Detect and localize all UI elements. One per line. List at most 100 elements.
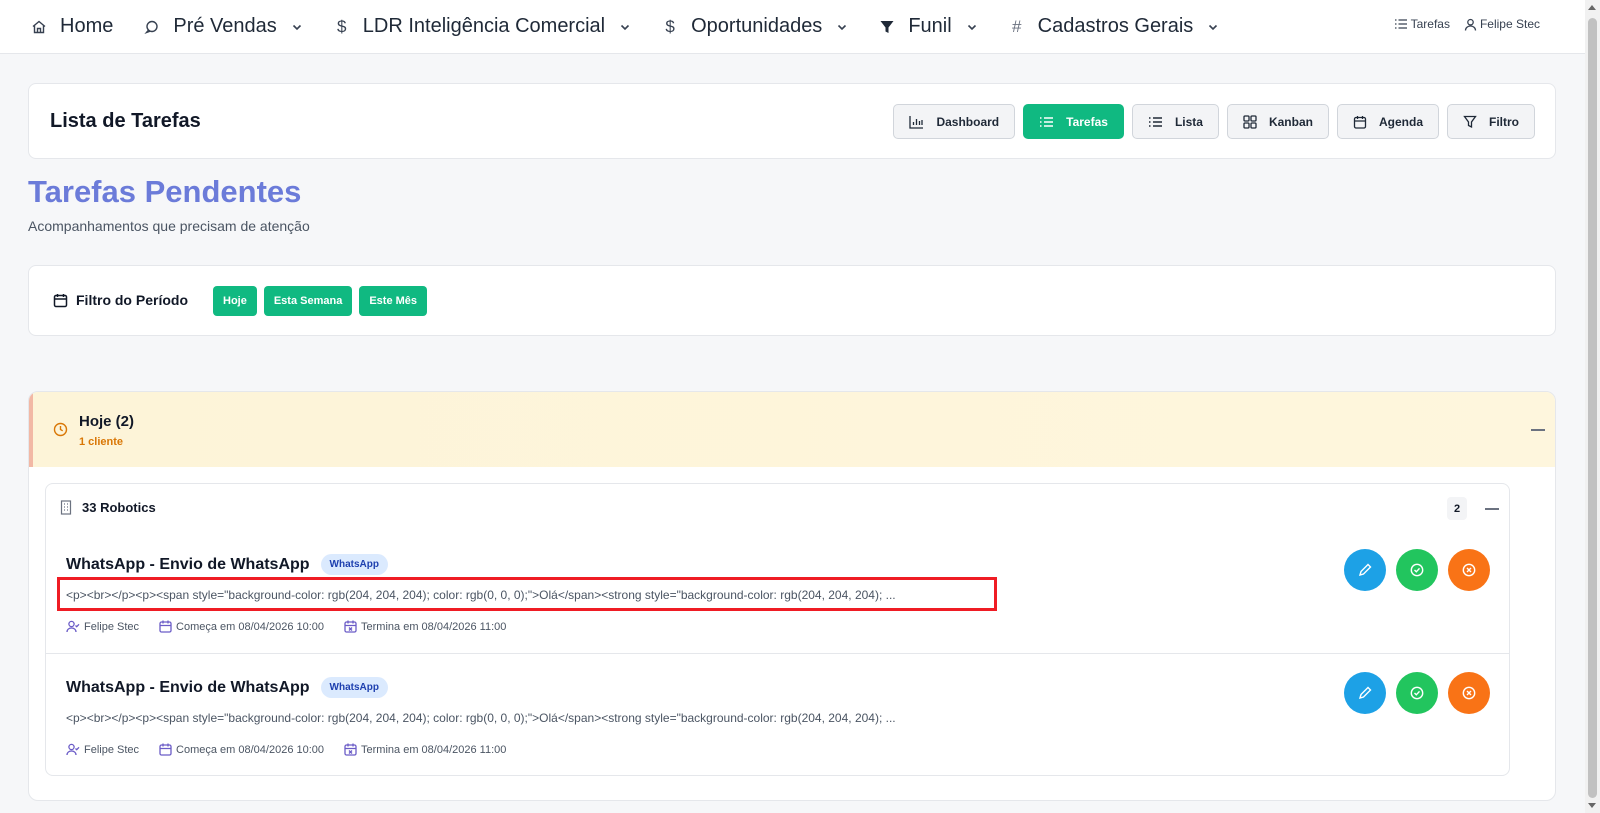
lista-button[interactable]: Lista: [1131, 104, 1219, 139]
home-icon: [30, 18, 48, 36]
task-type-badge: WhatsApp: [320, 554, 388, 575]
client-task-count: 2: [1447, 497, 1467, 520]
client-name: 33 Robotics: [82, 500, 156, 515]
view-switcher: Dashboard Tarefas Lista Kanban Agenda Fi…: [885, 104, 1535, 139]
nav-home-label: Home: [60, 15, 114, 37]
task-title-text: WhatsApp - Envio de WhatsApp: [66, 555, 310, 573]
nav-ldr-label: LDR Inteligência Comercial: [362, 15, 606, 37]
task-title: WhatsApp - Envio de WhatsApp WhatsApp: [66, 677, 388, 698]
scroll-down-arrow[interactable]: [1588, 803, 1596, 808]
tarefas-button[interactable]: Tarefas: [1023, 104, 1124, 139]
edit-task-button[interactable]: [1344, 672, 1386, 714]
filtro-button[interactable]: Filtro: [1447, 104, 1535, 139]
nav-cadastros[interactable]: # Cadastros Gerais: [1008, 15, 1220, 38]
clock-icon: [53, 422, 68, 437]
nav-tarefas-label: Tarefas: [1410, 17, 1450, 31]
list-icon: [1394, 19, 1407, 29]
client-card: 33 Robotics 2 WhatsApp - Envio de WhatsA…: [45, 483, 1510, 776]
today-header[interactable]: Hoje (2) 1 cliente: [29, 392, 1555, 467]
task-actions: [1334, 549, 1490, 591]
nav-user-link[interactable]: Felipe Stec: [1464, 17, 1540, 31]
client-header: 33 Robotics: [60, 500, 156, 515]
dashboard-button[interactable]: Dashboard: [893, 104, 1016, 139]
nav-ldr[interactable]: $ LDR Inteligência Comercial: [333, 15, 631, 38]
nav-user-label: Felipe Stec: [1479, 17, 1540, 31]
period-hoje-button[interactable]: Hoje: [213, 286, 257, 316]
period-semana-button[interactable]: Esta Semana: [263, 286, 353, 316]
task-end: Termina em 08/04/2026 11:00: [344, 620, 506, 633]
task-meta: Felipe Stec Começa em 08/04/2026 10:00 T…: [66, 743, 526, 756]
lista-button-label: Lista: [1174, 114, 1203, 129]
period-filter-label: Filtro do Período: [53, 292, 188, 308]
today-collapse-button[interactable]: [1531, 429, 1545, 431]
task-owner: Felipe Stec: [66, 620, 139, 633]
period-filter-text: Filtro do Período: [76, 292, 188, 308]
calendar-x-icon: [344, 620, 357, 633]
scroll-up-arrow[interactable]: [1588, 5, 1596, 10]
task-owner-name: Felipe Stec: [84, 743, 140, 756]
nav-tarefas-link[interactable]: Tarefas: [1394, 17, 1450, 31]
page-subtitle: Acompanhamentos que precisam de atenção: [28, 218, 310, 234]
complete-task-button[interactable]: [1396, 672, 1438, 714]
nav-pre-vendas[interactable]: Pré Vendas: [143, 15, 302, 38]
edit-task-button[interactable]: [1344, 549, 1386, 591]
task-end: Termina em 08/04/2026 11:00: [344, 743, 506, 756]
calendar-icon: [53, 293, 68, 307]
filtro-button-label: Filtro: [1489, 114, 1519, 129]
dollar-icon: $: [337, 16, 347, 36]
pencil-icon: [1358, 686, 1372, 700]
task-actions: [1334, 672, 1490, 714]
list-icon: [1040, 116, 1054, 127]
bar-chart-icon: [909, 115, 924, 129]
chevron-down-icon: [838, 24, 847, 30]
agenda-button[interactable]: Agenda: [1336, 104, 1439, 139]
period-filter-card: Filtro do Período Hoje Esta Semana Este …: [28, 265, 1556, 336]
header-card: Lista de Tarefas Dashboard Tarefas Lista…: [28, 83, 1556, 159]
chat-icon: [143, 18, 161, 36]
x-circle-icon: [1462, 686, 1476, 700]
nav-right: Tarefas Felipe Stec: [1380, 17, 1540, 31]
top-navbar: Home Pré Vendas $ LDR Inteligência Comer…: [0, 0, 1585, 54]
task-title: WhatsApp - Envio de WhatsApp WhatsApp: [66, 554, 388, 575]
nav-funil[interactable]: Funil: [878, 15, 977, 38]
page-scrollbar[interactable]: [1585, 0, 1600, 813]
nav-cadastros-label: Cadastros Gerais: [1037, 15, 1194, 37]
scroll-thumb[interactable]: [1588, 18, 1597, 798]
user-check-icon: [66, 743, 80, 756]
task-start: Começa em 08/04/2026 10:00: [159, 743, 324, 756]
kanban-button-label: Kanban: [1268, 114, 1313, 129]
check-circle-icon: [1410, 563, 1424, 577]
funnel-icon: [878, 18, 896, 36]
task-row: WhatsApp - Envio de WhatsApp WhatsApp <p…: [46, 532, 1509, 654]
chevron-down-icon: [292, 24, 301, 30]
page-title: Tarefas Pendentes: [28, 174, 302, 209]
calendar-icon: [1353, 115, 1367, 129]
check-circle-icon: [1410, 686, 1424, 700]
cancel-task-button[interactable]: [1448, 672, 1490, 714]
nav-pre-vendas-label: Pré Vendas: [173, 15, 277, 37]
list-icon: [1148, 116, 1162, 127]
dollar-icon: $: [665, 16, 675, 36]
building-icon: [60, 500, 72, 515]
task-end-text: Termina em 08/04/2026 11:00: [361, 743, 507, 756]
complete-task-button[interactable]: [1396, 549, 1438, 591]
agenda-button-label: Agenda: [1378, 114, 1423, 129]
calendar-icon: [159, 620, 172, 633]
pencil-icon: [1358, 563, 1372, 577]
today-title: Hoje (2): [79, 413, 135, 430]
calendar-x-icon: [344, 743, 357, 756]
task-end-text: Termina em 08/04/2026 11:00: [361, 620, 507, 633]
grid-icon: [1243, 114, 1257, 129]
chevron-down-icon: [621, 24, 630, 30]
kanban-button[interactable]: Kanban: [1226, 104, 1329, 139]
task-description: <p><br></p><p><span style="background-co…: [66, 711, 896, 725]
nav-oportunidades[interactable]: $ Oportunidades: [661, 15, 848, 38]
nav-home[interactable]: Home: [30, 15, 113, 38]
period-mes-button[interactable]: Este Mês: [359, 286, 428, 316]
nav-oportunidades-label: Oportunidades: [691, 15, 823, 37]
client-collapse-button[interactable]: [1485, 508, 1499, 510]
tarefas-button-label: Tarefas: [1066, 114, 1108, 129]
calendar-icon: [159, 743, 172, 756]
task-meta: Felipe Stec Começa em 08/04/2026 10:00 T…: [66, 620, 526, 633]
cancel-task-button[interactable]: [1448, 549, 1490, 591]
